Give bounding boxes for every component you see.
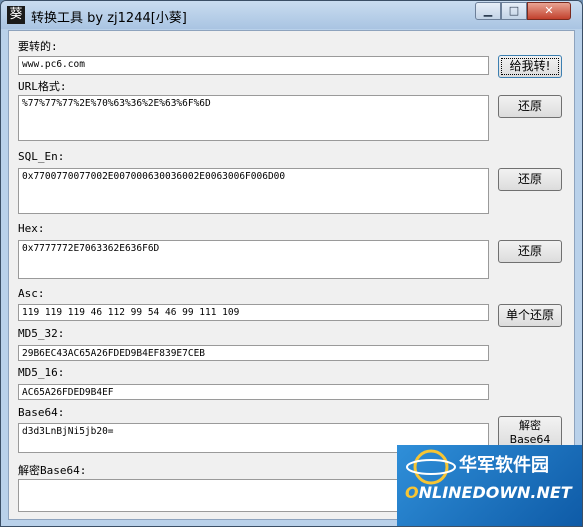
app-icon: 葵 (7, 6, 25, 24)
minimize-button[interactable]: ▁ (475, 2, 501, 20)
convert-button[interactable]: 给我转! (498, 55, 562, 78)
asc-label: Asc: (18, 287, 45, 300)
sql-en-field[interactable]: 0x7700770077002E007000630036002E0063006F… (18, 168, 489, 214)
restore-hex-button[interactable]: 还原 (498, 240, 562, 263)
url-field[interactable]: %77%77%77%2E%70%63%36%2E%63%6F%6D (18, 95, 489, 141)
watermark-en-rest: NLINEDOWN.NET (418, 483, 572, 502)
watermark-en-prefix: O (405, 483, 419, 502)
app-window: 葵 转换工具 by zj1244[小葵] ▁ □ ✕ 要转的: www.pc6.… (0, 0, 583, 527)
hex-label: Hex: (18, 222, 45, 235)
maximize-button[interactable]: □ (501, 2, 527, 20)
watermark-en-text: ONLINEDOWN.NET (405, 483, 572, 502)
title-bar[interactable]: 葵 转换工具 by zj1244[小葵] ▁ □ ✕ (1, 1, 582, 29)
hex-field[interactable]: 0x7777772E7063362E636F6D (18, 240, 489, 279)
decrypt-label-line1: 解密 (519, 419, 541, 432)
watermark-cn-text: 华军软件园 (459, 455, 549, 476)
sql-en-label: SQL_En: (18, 150, 65, 163)
base64-label: Base64: (18, 406, 65, 419)
asc-field[interactable]: 119 119 119 46 112 99 54 46 99 111 109 (18, 304, 489, 321)
md5-16-field[interactable]: AC65A26FDED9B4EF (18, 384, 489, 400)
globe-logo-icon (406, 449, 456, 485)
url-label: URL格式: (18, 80, 67, 93)
close-button[interactable]: ✕ (527, 2, 571, 20)
window-title: 转换工具 by zj1244[小葵] (31, 11, 187, 26)
restore-sql-button[interactable]: 还原 (498, 168, 562, 191)
onlinedown-watermark: 华军软件园 ONLINEDOWN.NET (397, 445, 582, 526)
restore-single-button[interactable]: 单个还原 (498, 304, 562, 327)
input-field[interactable]: www.pc6.com (18, 56, 489, 75)
input-label: 要转的: (18, 40, 58, 53)
md5-32-label: MD5_32: (18, 327, 65, 340)
md5-16-label: MD5_16: (18, 366, 65, 379)
restore-url-button[interactable]: 还原 (498, 95, 562, 118)
decode-base64-label: 解密Base64: (18, 464, 87, 477)
md5-32-field[interactable]: 29B6EC43AC65A26FDED9B4EF839E7CEB (18, 345, 489, 361)
